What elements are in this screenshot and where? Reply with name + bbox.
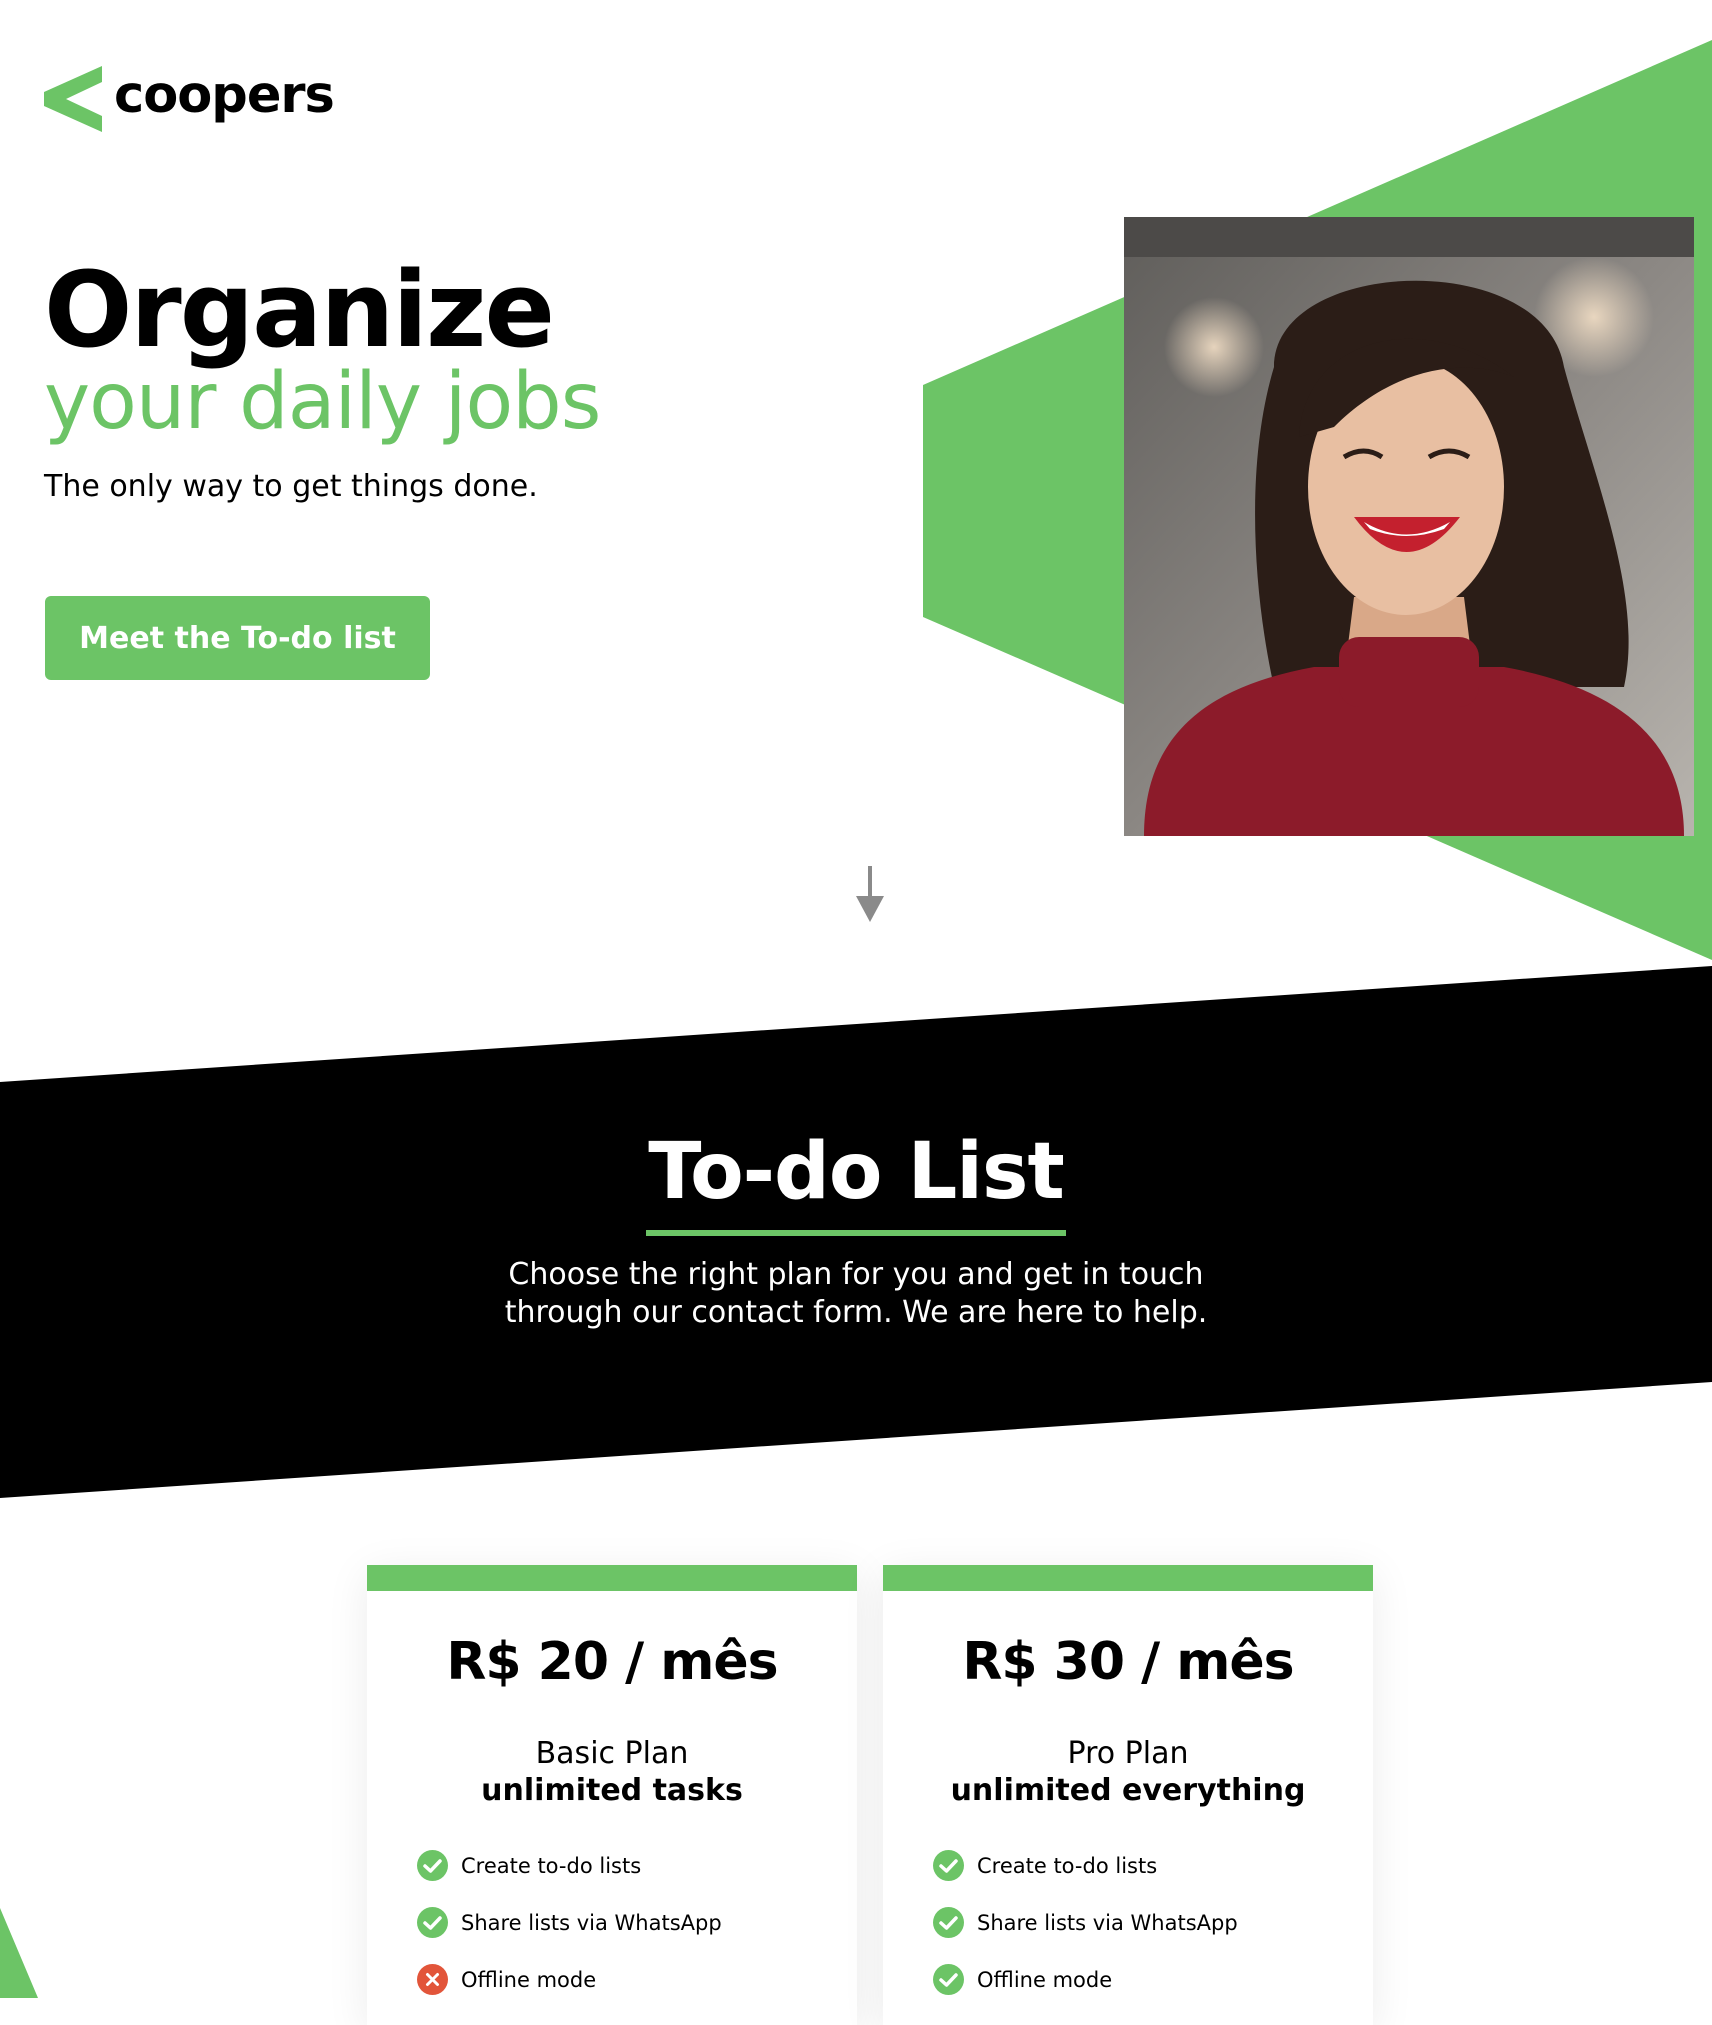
check-circle-icon [933, 1907, 964, 1938]
check-circle-icon [933, 1964, 964, 1995]
feature-item: Share lists via WhatsApp [933, 1894, 1238, 1951]
hero-photo [1124, 217, 1694, 836]
feature-list: Create to-do lists Share lists via Whats… [417, 1837, 722, 2008]
plan-price: R$ 30 / mês [962, 1632, 1294, 1692]
check-circle-icon [933, 1850, 964, 1881]
plan-tagline: unlimited tasks [481, 1773, 743, 1808]
feature-label: Create to-do lists [977, 1853, 1158, 1878]
todo-section-title-wrap: To-do List [0, 1122, 1712, 1236]
feature-label: Offline mode [977, 1967, 1113, 1992]
green-corner-shape [0, 1908, 38, 1998]
feature-list: Create to-do lists Share lists via Whats… [933, 1837, 1238, 2008]
feature-label: Offline mode [461, 1967, 597, 1992]
chevron-left-logo-icon [44, 66, 102, 132]
check-circle-icon [417, 1850, 448, 1881]
plan-name: Pro Plan [1067, 1736, 1189, 1771]
arrow-down-icon[interactable] [854, 866, 886, 924]
feature-item: Create to-do lists [933, 1837, 1238, 1894]
card-accent-bar [367, 1565, 857, 1591]
feature-item: Offline mode [417, 1951, 722, 2008]
x-circle-icon [417, 1964, 448, 1995]
check-circle-icon [417, 1907, 448, 1938]
smiling-woman-image [1124, 217, 1694, 836]
hero-subtitle: your daily jobs [44, 357, 601, 447]
plan-card-basic[interactable]: R$ 20 / mês Basic Plan unlimited tasks C… [367, 1565, 857, 2025]
feature-item: Create to-do lists [417, 1837, 722, 1894]
plan-price: R$ 20 / mês [446, 1632, 778, 1692]
plan-tagline: unlimited everything [950, 1773, 1306, 1808]
todo-description-line: Choose the right plan for you and get in… [508, 1257, 1204, 1292]
todo-description-line: through our contact form. We are here to… [504, 1295, 1208, 1330]
plan-card-pro[interactable]: R$ 30 / mês Pro Plan unlimited everythin… [883, 1565, 1373, 2025]
todo-section-title: To-do List [646, 1122, 1066, 1236]
feature-item: Share lists via WhatsApp [417, 1894, 722, 1951]
card-accent-bar [883, 1565, 1373, 1591]
feature-item: Offline mode [933, 1951, 1238, 2008]
plan-name: Basic Plan [535, 1736, 689, 1771]
todo-section-description: Choose the right plan for you and get in… [0, 1256, 1712, 1332]
meet-todo-list-button[interactable]: Meet the To-do list [45, 596, 430, 680]
logo[interactable]: coopers [44, 64, 344, 134]
hero-tagline: The only way to get things done. [44, 469, 538, 504]
brand-name: coopers [114, 66, 335, 125]
feature-label: Share lists via WhatsApp [461, 1910, 722, 1935]
feature-label: Share lists via WhatsApp [977, 1910, 1238, 1935]
feature-label: Create to-do lists [461, 1853, 642, 1878]
